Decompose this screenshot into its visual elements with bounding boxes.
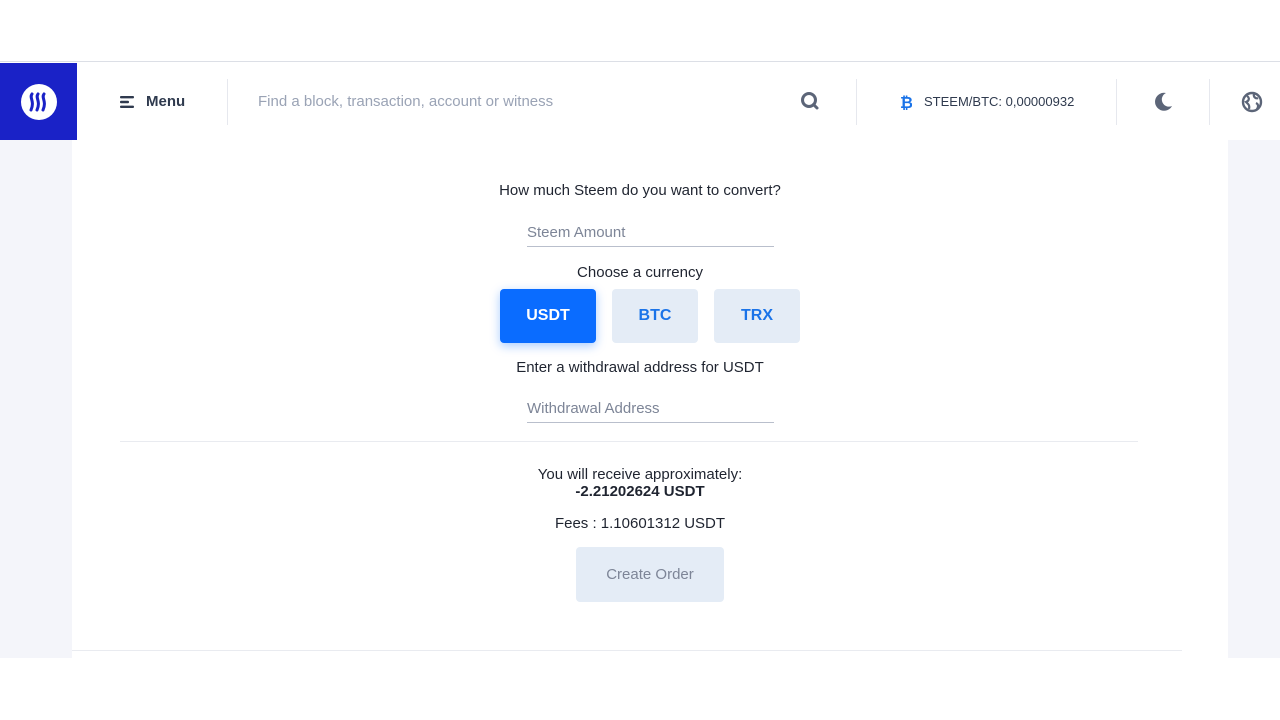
search-input[interactable] <box>258 93 778 110</box>
create-order-button[interactable]: Create Order <box>576 547 724 602</box>
price-ticker: ₿ STEEM/BTC: 0,00000932 <box>900 63 1074 140</box>
steem-amount-input[interactable] <box>527 220 774 246</box>
divider <box>1209 79 1210 125</box>
steem-amount-field <box>527 220 774 247</box>
price-label: STEEM/BTC: 0,00000932 <box>924 94 1075 109</box>
steem-logo[interactable] <box>0 63 77 140</box>
divider <box>120 441 1138 442</box>
bitcoin-icon: ₿ <box>900 94 912 110</box>
amount-question: How much Steem do you want to convert? <box>499 182 781 199</box>
menu-button[interactable]: Menu <box>120 63 185 140</box>
divider <box>72 650 1182 651</box>
divider <box>227 79 228 125</box>
receive-value: -2.21202624 USDT <box>575 483 705 500</box>
steem-logo-icon <box>20 83 57 120</box>
top-blank-area <box>0 0 1280 62</box>
receive-label: You will receive approximately: <box>537 466 743 483</box>
withdrawal-address-field <box>527 396 774 423</box>
divider <box>1116 79 1117 125</box>
moon-icon[interactable] <box>1152 91 1174 113</box>
currency-button-btc[interactable]: BTC <box>612 289 698 343</box>
withdrawal-address-input[interactable] <box>527 396 774 422</box>
address-question: Enter a withdrawal address for USDT <box>516 359 764 376</box>
menu-label: Menu <box>146 93 186 110</box>
svg-text:₿: ₿ <box>900 94 912 110</box>
menu-icon <box>120 95 134 108</box>
currency-button-usdt[interactable]: USDT <box>500 289 596 343</box>
divider <box>856 79 857 125</box>
globe-icon[interactable] <box>1241 91 1263 113</box>
currency-question: Choose a currency <box>577 264 703 281</box>
fees-text: Fees : 1.10601312 USDT <box>554 515 726 532</box>
search-icon[interactable] <box>800 91 820 111</box>
search-bar <box>258 63 798 140</box>
currency-button-trx[interactable]: TRX <box>714 289 800 343</box>
top-navbar: Menu ₿ STEEM/BTC: 0,00000932 <box>0 63 1280 140</box>
